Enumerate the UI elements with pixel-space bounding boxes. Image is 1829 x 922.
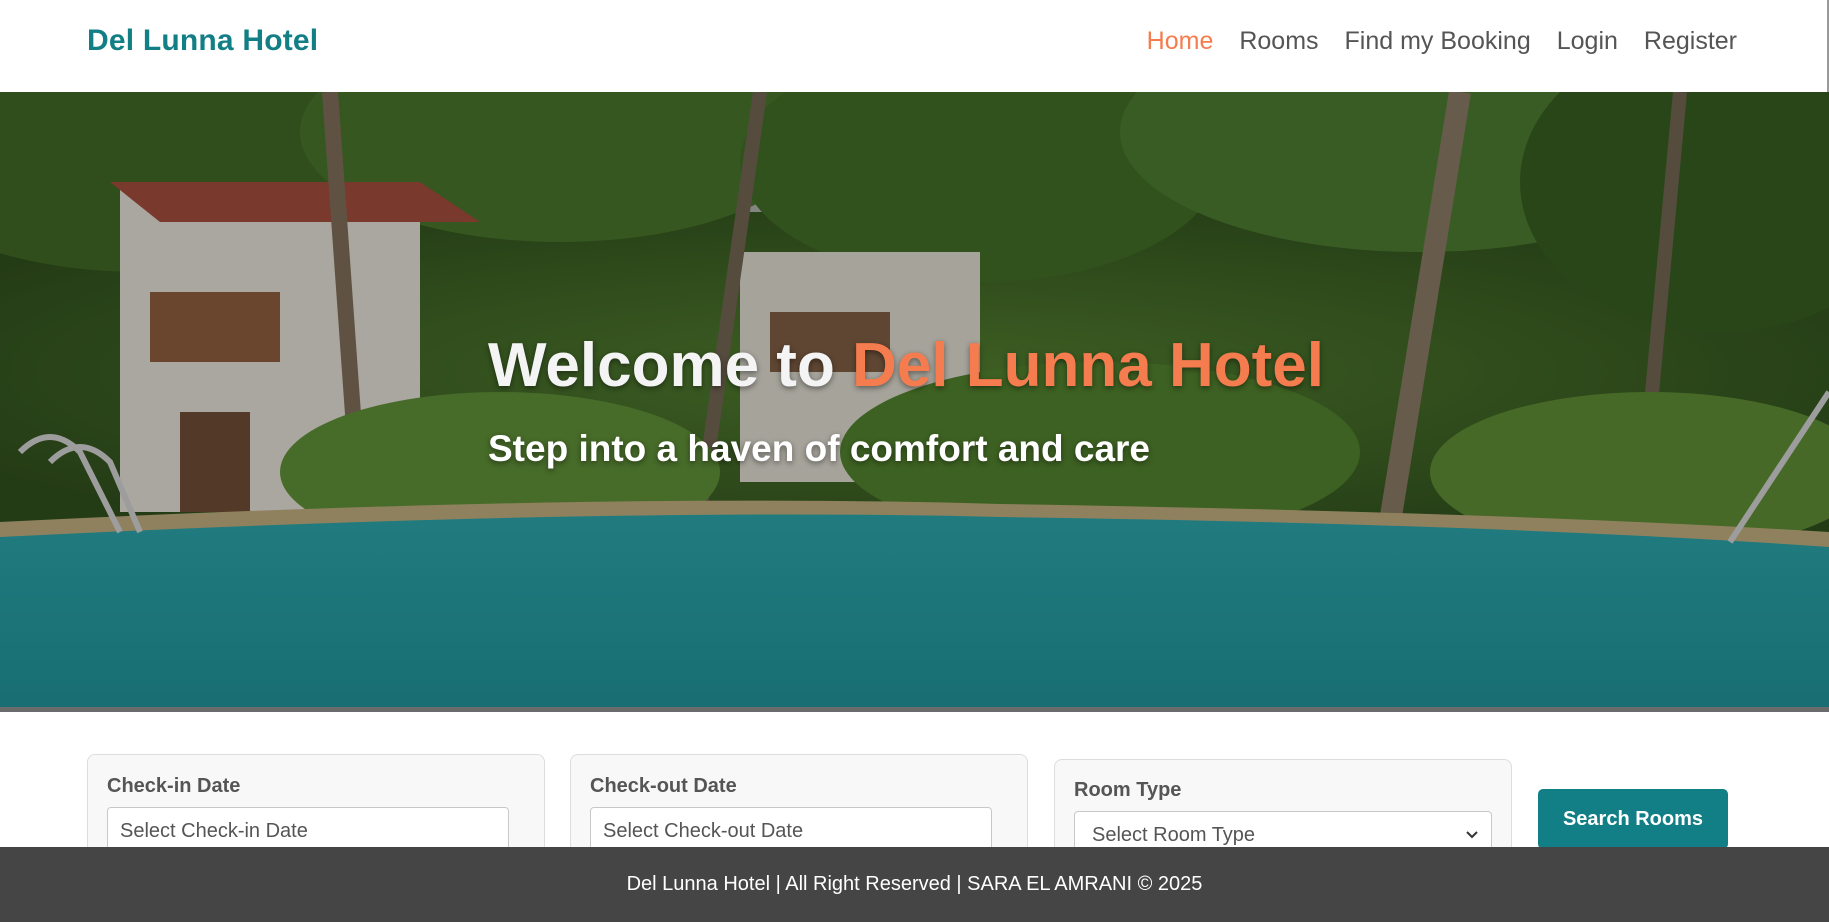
checkin-label: Check-in Date xyxy=(107,775,241,797)
brand-logo-text[interactable]: Del Lunna Hotel xyxy=(87,24,318,58)
nav-login[interactable]: Login xyxy=(1557,27,1618,56)
footer-copyright: Del Lunna Hotel | All Right Reserved | S… xyxy=(626,873,1203,895)
hero-title-accent: Del Lunna Hotel xyxy=(852,331,1324,400)
nav-find-my-booking[interactable]: Find my Booking xyxy=(1345,27,1531,56)
room-type-label: Room Type xyxy=(1074,779,1182,801)
room-type-selected-value: Select Room Type xyxy=(1092,824,1256,846)
nav-register[interactable]: Register xyxy=(1644,27,1737,56)
chevron-down-icon xyxy=(1466,831,1478,839)
hero-title-prefix: Welcome to xyxy=(488,331,853,400)
main-nav: Home Rooms Find my Booking Login Registe… xyxy=(1147,27,1737,56)
hero-subtitle: Step into a haven of comfort and care xyxy=(488,428,1151,469)
checkout-label: Check-out Date xyxy=(590,775,737,797)
nav-rooms[interactable]: Rooms xyxy=(1239,27,1318,56)
top-navbar: Del Lunna Hotel Home Rooms Find my Booki… xyxy=(0,0,1829,92)
footer: Del Lunna Hotel | All Right Reserved | S… xyxy=(0,847,1829,922)
search-rooms-button[interactable]: Search Rooms xyxy=(1538,789,1728,849)
nav-home[interactable]: Home xyxy=(1147,27,1214,56)
hero-banner: Welcome to Del Lunna Hotel Step into a h… xyxy=(0,92,1829,712)
hero-title: Welcome to Del Lunna Hotel xyxy=(488,330,1324,401)
